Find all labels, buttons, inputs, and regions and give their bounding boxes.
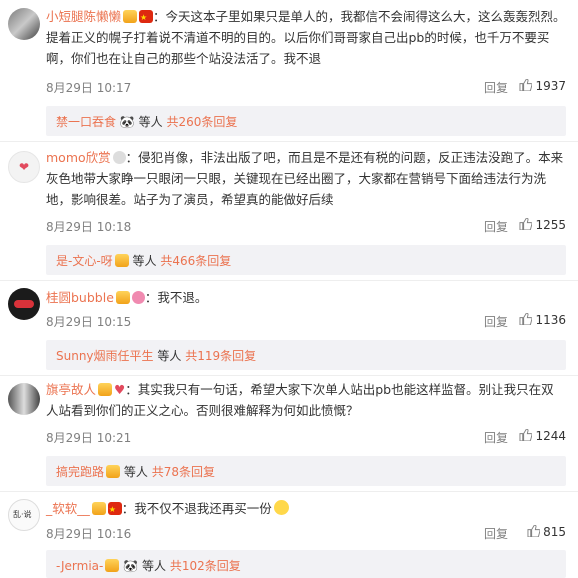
- china-flag-icon: [107, 499, 122, 520]
- commenter-name[interactable]: 桂圆bubble: [46, 290, 114, 305]
- comment-text: ：我不仅不退我还再买一份: [121, 501, 272, 516]
- like-count: 815: [543, 525, 566, 539]
- divider: [0, 141, 578, 142]
- like-button[interactable]: 815: [527, 525, 566, 539]
- thumbs-up-icon: [527, 525, 541, 537]
- vip-badge-icon: [115, 291, 130, 304]
- thumbs-up-icon: [519, 79, 533, 91]
- thumbs-up-icon: [519, 218, 533, 230]
- timestamp: 8月29日 10:21: [46, 431, 132, 445]
- reply-suffix: 等人: [132, 254, 157, 268]
- comment-text: ：我不退。: [144, 290, 208, 305]
- commenter-name[interactable]: momo欣赏: [46, 150, 111, 165]
- like-button[interactable]: 1136: [519, 313, 566, 327]
- avatar[interactable]: 乱·说: [8, 499, 40, 531]
- reply-user-name[interactable]: 搞完跑路: [56, 465, 104, 479]
- vip-badge-icon: [114, 254, 129, 267]
- reply-button[interactable]: 回复: [484, 525, 508, 542]
- reply-button[interactable]: 回复: [484, 218, 508, 235]
- panda-emoji-icon: 🐼: [123, 559, 139, 573]
- heart-emoji-icon: ❤: [19, 160, 30, 174]
- reply-summary[interactable]: -Jermia- 🐼 等人 共102条回复: [46, 550, 566, 578]
- commenter-name[interactable]: _软软__: [46, 501, 90, 516]
- reply-suffix: 等人: [123, 465, 148, 479]
- reply-user-name[interactable]: 禁一口吞食: [56, 115, 116, 129]
- like-button[interactable]: 1244: [519, 429, 566, 443]
- heart-emoji-icon: ♥: [114, 382, 126, 397]
- reply-summary[interactable]: Sunny烟雨任平生 等人 共119条回复: [46, 340, 566, 370]
- like-count: 1244: [535, 429, 566, 443]
- flower-emoji-icon: [131, 291, 145, 304]
- thumbs-up-icon: [519, 313, 533, 325]
- reply-count-link[interactable]: 共119条回复: [185, 349, 256, 363]
- timestamp: 8月29日 10:18: [46, 220, 132, 234]
- like-count: 1937: [535, 79, 566, 93]
- reply-count-link[interactable]: 共102条回复: [170, 559, 241, 573]
- divider: [0, 280, 578, 281]
- reply-suffix: 等人: [157, 349, 182, 363]
- panda-emoji-icon: [112, 151, 126, 164]
- reply-suffix: 等人: [138, 115, 163, 129]
- reply-user-name[interactable]: -Jermia-: [56, 559, 103, 573]
- reply-user-name[interactable]: 是-文心-呀: [56, 254, 113, 268]
- reply-button[interactable]: 回复: [484, 313, 508, 330]
- comment-list: 小短腿陈懒懒：今天这本子里如果只是单人的，我都信不会闹得这么大，这么轰轰烈烈。提…: [0, 0, 578, 578]
- avatar[interactable]: ❤: [8, 151, 40, 183]
- timestamp: 8月29日 10:16: [46, 527, 132, 541]
- commenter-name[interactable]: 小短腿陈懒懒: [46, 9, 121, 24]
- reply-count-link[interactable]: 共78条回复: [152, 465, 215, 479]
- panda-emoji-icon: 🐼: [119, 115, 135, 129]
- commenter-name[interactable]: 旗亭故人: [46, 382, 96, 397]
- divider: [0, 491, 578, 492]
- timestamp: 8月29日 10:15: [46, 315, 132, 329]
- vip-badge-icon: [98, 383, 113, 396]
- like-button[interactable]: 1255: [519, 218, 566, 232]
- reply-button[interactable]: 回复: [484, 429, 508, 446]
- reply-summary[interactable]: 禁一口吞食 🐼 等人 共260条回复: [46, 106, 566, 136]
- avatar[interactable]: [8, 8, 40, 40]
- china-flag-icon: [139, 7, 154, 28]
- avatar[interactable]: [8, 383, 40, 415]
- reply-button[interactable]: 回复: [484, 79, 508, 96]
- like-count: 1255: [535, 218, 566, 232]
- thumbs-up-icon: [519, 429, 533, 441]
- smile-emoji-icon: [273, 500, 289, 515]
- vip-badge-icon: [123, 10, 138, 23]
- reply-suffix: 等人: [141, 559, 166, 573]
- reply-count-link[interactable]: 共466条回复: [160, 254, 231, 268]
- vip-badge-icon: [91, 502, 106, 515]
- like-count: 1136: [535, 313, 566, 327]
- reply-summary[interactable]: 搞完跑路 等人 共78条回复: [46, 456, 566, 486]
- timestamp: 8月29日 10:17: [46, 81, 132, 95]
- vip-badge-icon: [105, 559, 120, 572]
- avatar[interactable]: [8, 288, 40, 320]
- reply-user-name[interactable]: Sunny烟雨任平生: [56, 349, 154, 363]
- vip-badge-icon: [106, 465, 121, 478]
- reply-summary[interactable]: 是-文心-呀 等人 共466条回复: [46, 245, 566, 275]
- divider: [0, 375, 578, 376]
- like-button[interactable]: 1937: [519, 79, 566, 93]
- reply-count-link[interactable]: 共260条回复: [166, 115, 237, 129]
